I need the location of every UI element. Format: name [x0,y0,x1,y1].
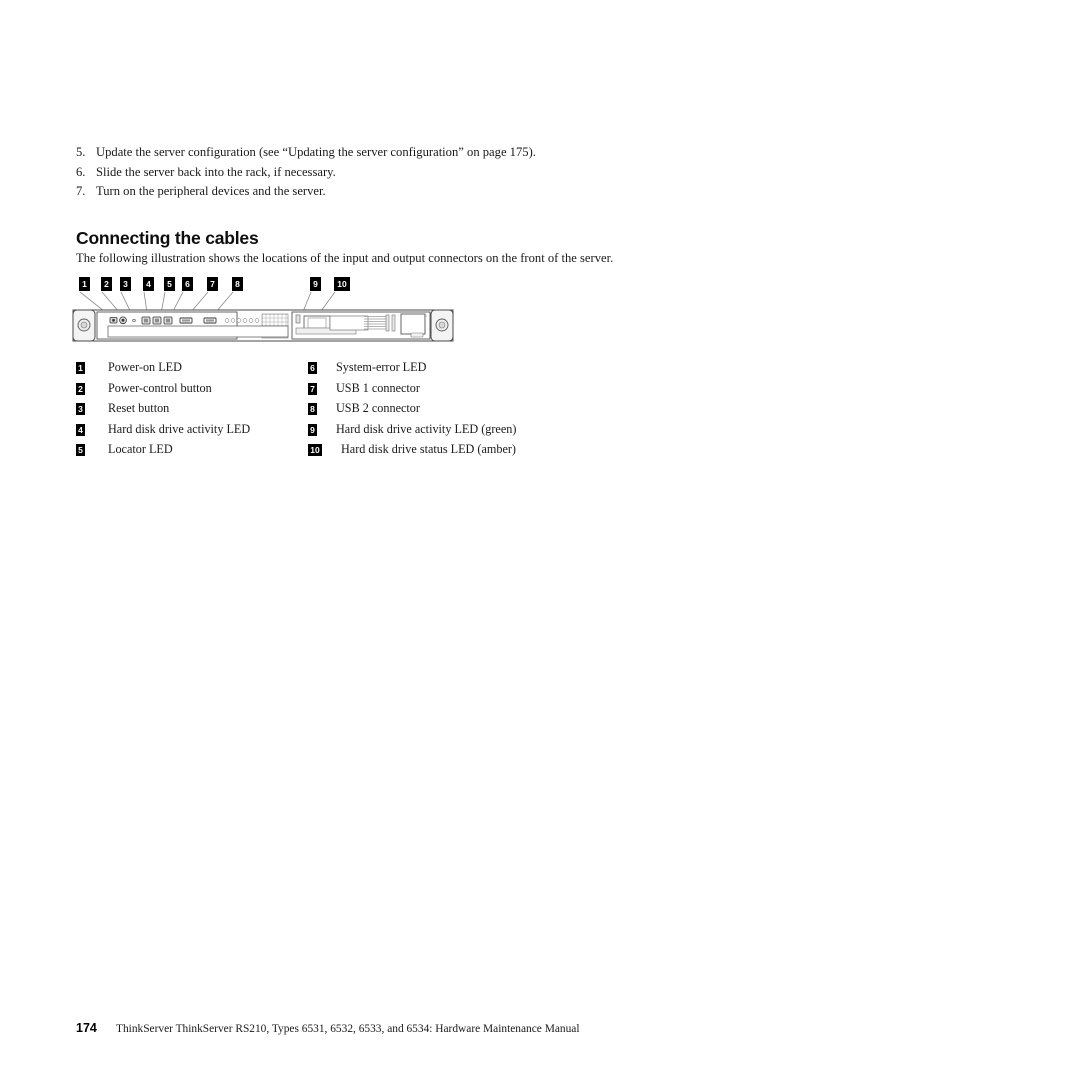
reset-button-icon [132,318,136,323]
table-row: 2 Power-control button 7 USB 1 connector [76,381,636,402]
legend-badge-1: 1 [76,362,85,374]
legend-label-4: Hard disk drive activity LED [108,421,251,436]
legend-badge-7: 7 [308,382,317,395]
drive-bay-label-plate [410,332,424,338]
legend-label-3: Reset button [108,401,170,415]
legend-entry-6: 6 System-error LED [308,360,608,375]
callout-badge-6: 6 [182,277,193,291]
page-footer: 174 ThinkServer ThinkServer RS210, Types… [76,1021,580,1035]
legend-label-2: Power-control button [108,380,212,395]
callout-badge-4: 4 [143,277,154,291]
drive-bay-1-latch [295,314,301,324]
legend-badge-6: 6 [308,362,317,374]
legend-label-8: USB 2 connector [336,401,420,415]
legend-label-5: Locator LED [108,442,173,456]
table-row: 1 Power-on LED 6 System-error LED [76,360,636,381]
legend-entry-8: 8 USB 2 connector [308,401,608,416]
procedure-step-list: 5. Update the server configuration (see … [76,143,696,202]
intro-paragraph: The following illustration shows the loc… [76,250,614,265]
legend-entry-2: 2 Power-control button [76,381,308,396]
table-row: 5 Locator LED 10 Hard disk drive status … [76,442,636,463]
legend-entry-4: 4 Hard disk drive activity LED [76,422,308,437]
legend-badge-9: 9 [308,423,317,436]
step-number: 6. [76,164,86,179]
legend-label-7: USB 1 connector [336,380,420,395]
table-row: 4 Hard disk drive activity LED 9 Hard di… [76,422,636,443]
step-text: Slide the server back into the rack, if … [96,164,336,179]
callout-badge-8: 8 [232,277,243,291]
legend-label-6: System-error LED [336,360,427,374]
legend-badge-8: 8 [308,403,317,415]
list-item: 6. Slide the server back into the rack, … [76,163,696,183]
legend-entry-5: 5 Locator LED [76,442,308,457]
step-number: 7. [76,184,86,198]
callout-badge-10: 10 [334,277,350,291]
legend-entry-10: 10 Hard disk drive status LED (amber) [308,442,608,457]
callout-badge-3: 3 [120,277,131,291]
list-item: 7. Turn on the peripheral devices and th… [76,182,696,202]
list-item: 5. Update the server configuration (see … [76,143,696,163]
callout-badge-1: 1 [79,277,90,291]
hdd-status-led-amber-icon [391,314,396,332]
step-number: 5. [76,145,86,159]
legend-badge-4: 4 [76,423,85,436]
legend-label-9: Hard disk drive activity LED (green) [336,421,517,436]
table-row: 3 Reset button 8 USB 2 connector [76,401,636,422]
drive-bay-2-handle [400,313,426,335]
bezel-filler-panel [107,325,289,338]
legend-badge-5: 5 [76,444,85,456]
callout-badge-2: 2 [101,277,112,291]
legend-entry-7: 7 USB 1 connector [308,381,608,396]
page-number: 174 [76,1021,97,1035]
callout-badge-5: 5 [164,277,175,291]
legend-label-10: Hard disk drive status LED (amber) [341,442,516,456]
callout-badge-7: 7 [207,277,218,291]
legend-badge-3: 3 [76,403,85,415]
legend-badge-10: 10 [308,444,322,456]
hdd-activity-led-green-icon [385,314,390,332]
server-front-panel-illustration [68,292,458,350]
legend-badge-2: 2 [76,382,85,395]
callout-badge-9: 9 [310,277,321,291]
step-text: Update the server configuration (see “Up… [96,145,536,159]
section-heading: Connecting the cables [76,227,259,248]
legend-entry-9: 9 Hard disk drive activity LED (green) [308,422,608,437]
footer-title: ThinkServer ThinkServer RS210, Types 653… [116,1023,580,1035]
legend-label-1: Power-on LED [108,360,182,374]
step-text: Turn on the peripheral devices and the s… [96,184,326,198]
callout-badge-row: 1 2 3 4 5 6 7 8 9 10 [0,277,1080,291]
legend-entry-1: 1 Power-on LED [76,360,308,375]
callout-legend: 1 Power-on LED 6 System-error LED 2 Powe… [76,360,636,463]
legend-entry-3: 3 Reset button [76,401,308,416]
document-page: 5. Update the server configuration (see … [0,0,1080,1080]
